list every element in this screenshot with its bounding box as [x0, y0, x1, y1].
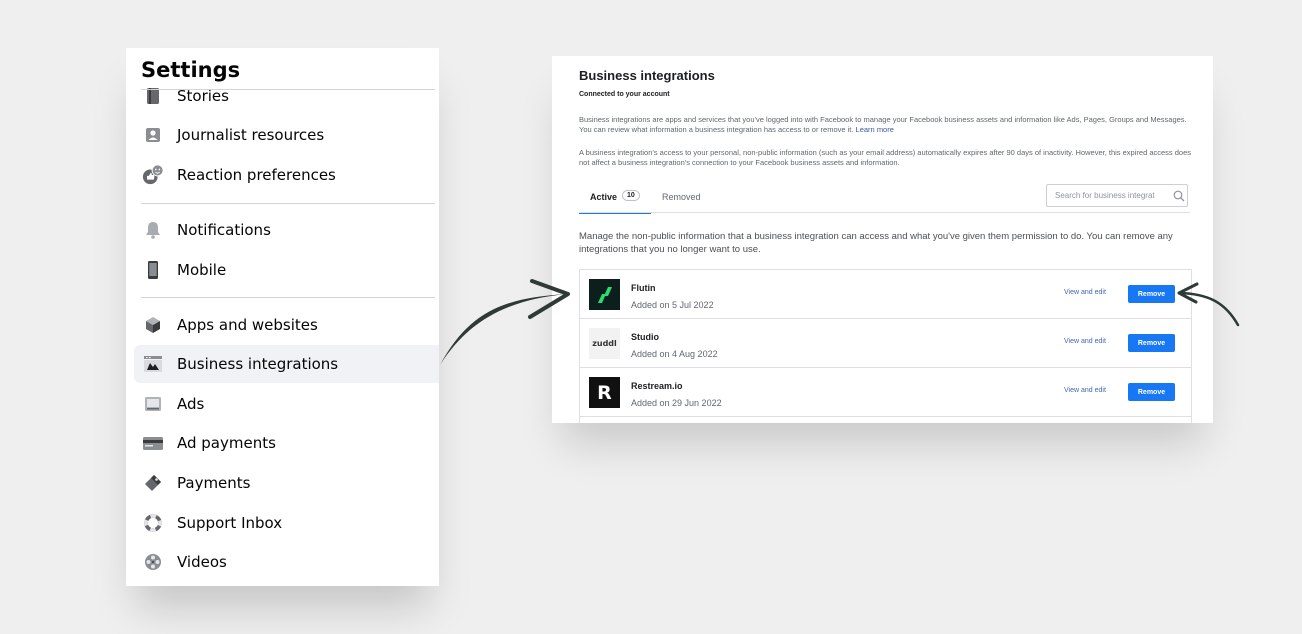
film-reel-icon: [142, 551, 164, 573]
integration-name: Studio: [631, 332, 659, 342]
sidebar-item-apps-and-websites[interactable]: Apps and websites: [134, 306, 439, 344]
tab-removed[interactable]: Removed: [662, 184, 701, 212]
manage-description: Manage the non-public information that a…: [579, 231, 1173, 255]
active-count-badge: 10: [622, 190, 640, 201]
ads-icon: [142, 393, 164, 415]
integration-date: Added on 4 Aug 2022: [631, 349, 718, 359]
zuddl-logo-text: zuddl: [592, 339, 617, 348]
tag-icon: [142, 472, 164, 494]
sidebar-item-label: Support Inbox: [177, 514, 283, 532]
zuddl-logo: zuddl: [589, 328, 620, 359]
integration-name: Flutin: [631, 283, 656, 293]
remove-button[interactable]: Remove: [1128, 383, 1175, 401]
section-subtitle: Connected to your account: [579, 91, 670, 98]
bell-icon: [142, 219, 164, 241]
sidebar-item-label: Apps and websites: [177, 316, 318, 334]
sidebar-item-ads[interactable]: Ads: [134, 385, 439, 423]
sidebar-item-label: Journalist resources: [177, 126, 325, 144]
business-integrations-icon: [142, 353, 164, 375]
lifebuoy-icon: [142, 512, 164, 534]
integration-date: Added on 5 Jul 2022: [631, 300, 714, 310]
journalist-icon: [142, 124, 164, 146]
settings-title: Settings: [141, 58, 249, 82]
view-and-edit-link[interactable]: View and edit: [1064, 338, 1106, 345]
integration-name: Restream.io: [631, 381, 683, 391]
integrations-list: Flutin Added on 5 Jul 2022 View and edit…: [579, 269, 1192, 423]
mobile-icon: [142, 259, 164, 281]
tab-divider: [579, 212, 1190, 213]
left-curved-arrow: [440, 279, 570, 365]
business-integrations-panel: Business integrations Connected to your …: [552, 56, 1213, 423]
remove-button[interactable]: Remove: [1128, 334, 1175, 352]
reaction-icon: [142, 164, 164, 186]
sidebar-item-label: Mobile: [177, 261, 227, 279]
integration-row: R Restream.io Added on 29 Jun 2022 View …: [580, 368, 1191, 417]
flutin-logo: [589, 279, 620, 310]
restream-logo: R: [589, 377, 620, 408]
search-icon[interactable]: [1173, 190, 1185, 202]
expiry-note: A business integration's access to your …: [579, 148, 1192, 167]
view-and-edit-link[interactable]: View and edit: [1064, 387, 1106, 394]
sidebar-item-payments[interactable]: Payments: [134, 464, 439, 502]
sidebar-item-stories[interactable]: Stories: [134, 77, 439, 115]
integration-row: zuddl Studio Added on 4 Aug 2022 View an…: [580, 319, 1191, 368]
intro-text: Business integrations are apps and servi…: [579, 115, 1191, 135]
remove-button[interactable]: Remove: [1128, 285, 1175, 303]
tab-removed-label: Removed: [662, 192, 701, 202]
sidebar-item-label: Business integrations: [177, 355, 339, 373]
sidebar-item-videos[interactable]: Videos: [134, 543, 439, 581]
sidebar-item-label: Ad payments: [177, 434, 276, 452]
sidebar-item-mobile[interactable]: Mobile: [134, 251, 439, 289]
menu-divider: [141, 297, 435, 298]
cube-icon: [142, 314, 164, 336]
sidebar-item-notifications[interactable]: Notifications: [134, 211, 439, 249]
search-box: [1046, 184, 1188, 207]
sidebar-item-ad-payments[interactable]: Ad payments: [134, 424, 439, 462]
settings-sidebar: Settings Stories Journalist resources Re…: [126, 48, 439, 586]
restream-logo-text: R: [597, 381, 612, 404]
sidebar-item-label: Notifications: [177, 221, 271, 239]
sidebar-item-label: Reaction preferences: [177, 166, 336, 184]
card-icon: [142, 432, 164, 454]
integration-row: [580, 417, 1191, 423]
tab-active[interactable]: Active 10: [579, 184, 651, 214]
title-divider: [141, 89, 435, 90]
menu-divider: [141, 203, 435, 204]
search-input[interactable]: [1055, 191, 1173, 200]
sidebar-item-business-integrations[interactable]: Business integrations: [134, 345, 439, 383]
learn-more-link[interactable]: Learn more: [856, 125, 894, 134]
view-and-edit-link[interactable]: View and edit: [1064, 289, 1106, 296]
page-title: Business integrations: [579, 68, 715, 83]
integration-row: Flutin Added on 5 Jul 2022 View and edit…: [580, 270, 1191, 319]
integration-date: Added on 29 Jun 2022: [631, 398, 722, 408]
sidebar-item-support-inbox[interactable]: Support Inbox: [134, 504, 439, 542]
sidebar-item-journalist-resources[interactable]: Journalist resources: [134, 116, 439, 154]
sidebar-item-reaction-preferences[interactable]: Reaction preferences: [134, 156, 439, 194]
sidebar-item-label: Payments: [177, 474, 251, 492]
tab-active-label: Active: [590, 192, 618, 202]
sidebar-item-label: Ads: [177, 395, 205, 413]
sidebar-item-label: Videos: [177, 553, 227, 571]
